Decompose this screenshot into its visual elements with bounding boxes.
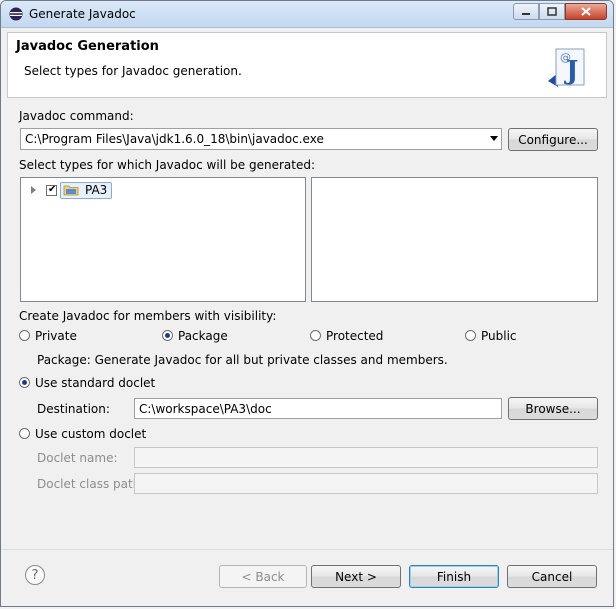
visibility-description: Package: Generate Javadoc for all but pr…: [37, 353, 448, 367]
standard-doclet-label[interactable]: Use standard doclet: [35, 376, 155, 390]
private-radio[interactable]: [19, 330, 30, 341]
radio-selected-dot: [165, 333, 170, 338]
package-radio-label[interactable]: Package: [178, 329, 228, 343]
custom-doclet-label[interactable]: Use custom doclet: [35, 427, 146, 441]
doclet-name-input[interactable]: [134, 447, 598, 468]
expand-arrow-icon[interactable]: [31, 186, 36, 194]
protected-radio-label[interactable]: Protected: [326, 329, 383, 343]
doclet-name-label: Doclet name:: [37, 451, 118, 465]
public-radio[interactable]: [465, 330, 476, 341]
close-icon: [581, 7, 591, 16]
public-radio-label[interactable]: Public: [481, 329, 517, 343]
private-radio-label[interactable]: Private: [35, 329, 77, 343]
package-radio[interactable]: [162, 330, 173, 341]
custom-doclet-radio[interactable]: [19, 428, 30, 439]
svg-text:@: @: [560, 51, 571, 64]
page-description: Select types for Javadoc generation.: [24, 64, 242, 78]
maximize-icon: [547, 7, 557, 16]
types-list[interactable]: [311, 177, 598, 302]
javadoc-wizard-icon: J @: [548, 48, 585, 87]
title-bar[interactable]: Generate Javadoc: [1, 1, 613, 28]
next-button[interactable]: Next >: [311, 565, 401, 588]
javadoc-command-combo[interactable]: C:\Program Files\Java\jdk1.6.0_18\bin\ja…: [20, 128, 502, 150]
browse-button[interactable]: Browse...: [508, 397, 598, 420]
window-title: Generate Javadoc: [29, 7, 136, 21]
chevron-down-icon[interactable]: [490, 136, 498, 141]
close-button[interactable]: [565, 3, 607, 20]
doclet-class-path-label: Doclet class path:: [37, 477, 145, 491]
window-controls: [513, 3, 607, 20]
tree-item-label: PA3: [85, 183, 108, 197]
back-button[interactable]: < Back: [219, 565, 307, 588]
wizard-banner: Javadoc Generation Select types for Java…: [7, 32, 607, 98]
radio-selected-dot: [22, 380, 27, 385]
visibility-label: Create Javadoc for members with visibili…: [19, 309, 277, 323]
maximize-button[interactable]: [539, 3, 565, 20]
destination-label: Destination:: [37, 402, 110, 416]
standard-doclet-radio[interactable]: [19, 377, 30, 388]
destination-value: C:\workspace\PA3\doc: [139, 402, 272, 416]
eclipse-icon: [9, 7, 23, 21]
destination-input[interactable]: C:\workspace\PA3\doc: [134, 398, 502, 419]
doclet-class-path-input[interactable]: [134, 473, 598, 494]
footer-separator: [1, 549, 613, 550]
minimize-button[interactable]: [513, 3, 539, 20]
javadoc-command-label: Javadoc command:: [19, 109, 134, 123]
help-icon[interactable]: ?: [25, 565, 45, 585]
select-types-label: Select types for which Javadoc will be g…: [19, 158, 315, 172]
project-folder-icon: [63, 185, 79, 196]
pa3-checkbox[interactable]: ✔: [46, 183, 57, 196]
cancel-button[interactable]: Cancel: [507, 565, 597, 588]
checkmark-icon: ✔: [48, 183, 57, 195]
javadoc-command-value: C:\Program Files\Java\jdk1.6.0_18\bin\ja…: [25, 132, 324, 146]
page-title: Javadoc Generation: [16, 39, 159, 54]
generate-javadoc-dialog: Generate Javadoc Javadoc Generation Sele…: [0, 0, 614, 607]
tree-item-pa3[interactable]: ✔ PA3: [31, 181, 113, 199]
finish-button[interactable]: Finish: [409, 565, 499, 588]
configure-button[interactable]: Configure...: [508, 128, 598, 151]
protected-radio[interactable]: [310, 330, 321, 341]
minimize-icon: [522, 12, 530, 15]
tree-node-selected[interactable]: PA3: [60, 181, 113, 199]
types-tree[interactable]: ✔ PA3: [20, 177, 306, 302]
